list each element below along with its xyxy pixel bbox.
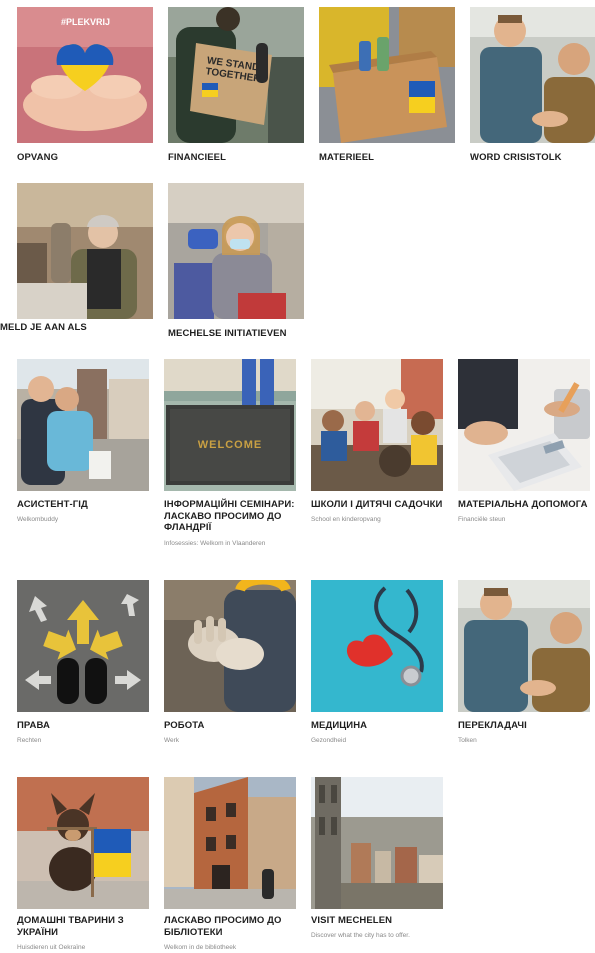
mat-text: WELCOME — [197, 439, 263, 451]
card-title: FINANCIEEL — [168, 152, 226, 163]
card-title: ДОМАШНІ ТВАРИНИ З УКРАЇНИ — [17, 915, 124, 938]
protest-sign-image: WE STAND TOGETHER — [168, 7, 304, 143]
card-title: MELD JE AAN ALS — [0, 322, 87, 333]
hands-holding-heart-image: #PLEKVRIJ — [17, 7, 153, 143]
card-word-crisistolk[interactable]: WORD CRISISTOLK — [470, 7, 595, 167]
volunteer-woman-image — [17, 183, 153, 319]
card-subtitle: Infosessies: Welkom in Vlaanderen — [164, 540, 266, 547]
card-meld-je-aan-als[interactable]: MELD JE AAN ALS — [0, 183, 153, 343]
card-medicine[interactable]: МЕДИЦИНА Gezondheid — [311, 580, 443, 760]
city-skyline-image — [311, 777, 443, 909]
dog-with-flag-image — [17, 777, 149, 909]
card-visit-mechelen[interactable]: VISIT MECHELEN Discover what the city ha… — [311, 777, 443, 953]
card-title: OPVANG — [17, 152, 59, 163]
card-subtitle: School en kinderopvang — [311, 516, 381, 523]
card-title: МЕДИЦИНА — [311, 720, 368, 731]
card-material-aid[interactable]: МАТЕРІАЛЬНА ДОПОМОГА Financiële steun — [458, 359, 590, 559]
card-library[interactable]: ЛАСКАВО ПРОСИМО ДО БІБЛІОТЕКИ Welkom in … — [164, 777, 296, 953]
card-title: ПЕРЕКЛАДАЧІ — [458, 720, 527, 731]
card-title: ПРАВА — [17, 720, 50, 731]
card-subtitle: Werk — [164, 737, 180, 744]
card-title: РОБОТА — [164, 720, 205, 731]
card-subtitle: Gezondheid — [311, 737, 347, 744]
children-classroom-image — [311, 359, 443, 491]
two-men-talking-image — [470, 7, 595, 143]
welcome-mat-image: WELCOME — [164, 359, 296, 491]
two-men-talking-image — [458, 580, 590, 712]
card-work[interactable]: РОБОТА Werk — [164, 580, 296, 760]
card-pets[interactable]: ДОМАШНІ ТВАРИНИ З УКРАЇНИ Huisdieren uit… — [17, 777, 149, 953]
badge-text: #PLEKVRIJ — [61, 17, 111, 27]
card-title: ІНФОРМАЦІЙНІ СЕМІНАРИ: ЛАСКАВО ПРОСИМО Д… — [164, 499, 295, 533]
calculator-image — [458, 359, 590, 491]
card-title: ЛАСКАВО ПРОСИМО ДО БІБЛІОТЕКИ — [164, 915, 282, 938]
card-subtitle: Financiële steun — [458, 516, 506, 523]
girl-with-mask-image — [168, 183, 304, 319]
card-subtitle: Welkombuddy — [17, 516, 59, 523]
card-rights[interactable]: ПРАВА Rechten — [17, 580, 149, 760]
work-gloves-image — [164, 580, 296, 712]
card-title: АСИСТЕНТ-ГІД — [17, 499, 88, 510]
women-on-street-image — [17, 359, 149, 491]
card-opvang[interactable]: #PLEKVRIJ OPVANG — [17, 7, 153, 167]
card-title: МАТЕРІАЛЬНА ДОПОМОГА — [458, 499, 588, 510]
library-building-image — [164, 777, 296, 909]
card-subtitle: Tolken — [458, 737, 477, 744]
card-mechelse-initiatieven[interactable]: MECHELSE INITIATIEVEN — [168, 183, 304, 343]
card-title: WORD CRISISTOLK — [470, 152, 562, 163]
donation-box-image — [319, 7, 455, 143]
card-title: ШКОЛИ І ДИТЯЧІ САДОЧКИ — [311, 499, 443, 510]
card-subtitle: Rechten — [17, 737, 42, 744]
stethoscope-heart-image — [311, 580, 443, 712]
card-subtitle: Huisdieren uit Oekraïne — [17, 944, 86, 951]
card-subtitle: Welkom in de bibliotheek — [164, 944, 237, 951]
card-title: MATERIEEL — [319, 152, 375, 163]
card-financieel[interactable]: WE STAND TOGETHER FINANCIEEL — [168, 7, 304, 167]
card-title: MECHELSE INITIATIEVEN — [168, 328, 287, 339]
card-schools[interactable]: ШКОЛИ І ДИТЯЧІ САДОЧКИ School en kindero… — [311, 359, 443, 559]
card-materieel[interactable]: MATERIEEL — [319, 7, 455, 167]
arrows-on-asphalt-image — [17, 580, 149, 712]
card-title: VISIT MECHELEN — [311, 915, 393, 926]
card-translators[interactable]: ПЕРЕКЛАДАЧІ Tolken — [458, 580, 590, 760]
card-asystent-hid[interactable]: АСИСТЕНТ-ГІД Welkombuddy — [17, 359, 149, 559]
card-info-seminars[interactable]: WELCOME ІНФОРМАЦІЙНІ СЕМІНАРИ: ЛАСКАВО П… — [164, 359, 296, 559]
card-subtitle: Discover what the city has to offer. — [311, 932, 410, 939]
